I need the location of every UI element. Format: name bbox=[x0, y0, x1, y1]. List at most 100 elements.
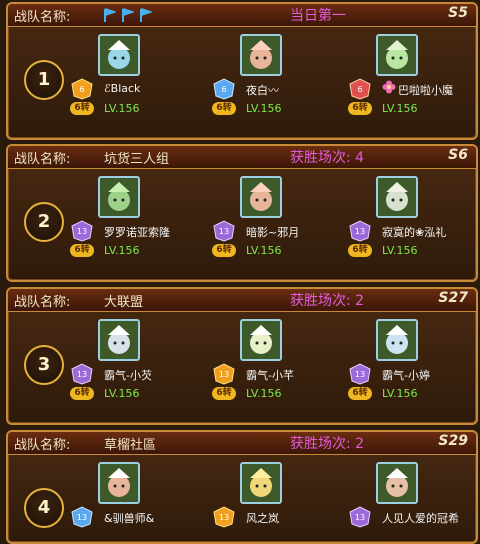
team-status: 获胜场次: 2 bbox=[290, 436, 365, 452]
member-name: 寂寞的❀泓礼 bbox=[382, 226, 447, 239]
member-level: LV.156 bbox=[246, 244, 282, 257]
rank-level-icon: 13 bbox=[213, 506, 235, 528]
turn-badge: 6转 bbox=[212, 387, 236, 400]
character-portrait-icon bbox=[242, 178, 280, 216]
rank-level-icon: 13 bbox=[349, 506, 371, 528]
avatar[interactable] bbox=[98, 34, 140, 76]
svg-text:13: 13 bbox=[355, 227, 365, 236]
flower-icon bbox=[382, 80, 396, 94]
rank-badge: 4 bbox=[24, 488, 64, 528]
member-card[interactable]: 13 霸气-小芊 6转 LV.156 bbox=[212, 319, 332, 415]
member-level: LV.156 bbox=[104, 244, 140, 257]
turn-badge: 6转 bbox=[70, 387, 94, 400]
member-name: 风之岚 bbox=[246, 512, 279, 525]
member-name: 霸气-小芊 bbox=[246, 369, 294, 382]
rank-level-icon: 13 bbox=[71, 506, 93, 528]
character-portrait-icon bbox=[242, 36, 280, 74]
character-portrait-icon bbox=[100, 178, 138, 216]
member-card[interactable]: 13 &驯兽师& bbox=[70, 462, 190, 532]
turn-badge: 6转 bbox=[212, 102, 236, 115]
flag-icon bbox=[140, 8, 152, 22]
team-status: 获胜场次: 2 bbox=[290, 293, 365, 309]
member-card[interactable]: 13 罗罗诺亚索隆 6转 LV.156 bbox=[70, 176, 190, 272]
svg-text:13: 13 bbox=[355, 513, 365, 522]
avatar[interactable] bbox=[240, 319, 282, 361]
team-name-label: 战队名称: bbox=[14, 438, 71, 453]
svg-text:13: 13 bbox=[219, 227, 229, 236]
member-card[interactable]: 13 暗影~邪月 6转 LV.156 bbox=[212, 176, 332, 272]
team-status: 获胜场次: 4 bbox=[290, 150, 365, 166]
member-level: LV.156 bbox=[246, 387, 282, 400]
member-card[interactable]: 6 夜白〰 6转 LV.156 bbox=[212, 34, 332, 130]
svg-text:6: 6 bbox=[357, 85, 362, 94]
svg-text:13: 13 bbox=[219, 513, 229, 522]
team-name: 坑货三人组 bbox=[104, 152, 170, 167]
rank-level-icon: 6 bbox=[71, 78, 93, 100]
team-header: 战队名称: 草榴社區 获胜场次: 2 S29 bbox=[8, 432, 476, 455]
server-tag: S27 bbox=[438, 290, 468, 306]
character-portrait-icon bbox=[378, 464, 416, 502]
avatar[interactable] bbox=[240, 34, 282, 76]
member-level: LV.156 bbox=[382, 102, 418, 115]
rank-level-icon: 13 bbox=[213, 220, 235, 242]
character-portrait-icon bbox=[242, 321, 280, 359]
avatar[interactable] bbox=[376, 319, 418, 361]
member-name: 暗影~邪月 bbox=[246, 226, 300, 239]
member-card[interactable]: 13 风之岚 bbox=[212, 462, 332, 532]
rank-level-icon: 13 bbox=[213, 363, 235, 385]
member-name: 巴啦啦小魔 bbox=[398, 84, 453, 97]
team-panel-1[interactable]: 战队名称: 当日第一 S5 1 6 ℰBlack 6转 LV.156 6 夜白〰… bbox=[6, 2, 478, 140]
avatar[interactable] bbox=[240, 176, 282, 218]
svg-text:13: 13 bbox=[77, 513, 87, 522]
turn-badge: 6转 bbox=[348, 102, 372, 115]
svg-text:13: 13 bbox=[355, 370, 365, 379]
server-tag: S6 bbox=[448, 147, 468, 163]
avatar[interactable] bbox=[376, 462, 418, 504]
team-header: 战队名称: 大联盟 获胜场次: 2 S27 bbox=[8, 289, 476, 312]
svg-text:13: 13 bbox=[219, 370, 229, 379]
team-name: 大联盟 bbox=[104, 295, 144, 310]
server-tag: S5 bbox=[448, 5, 468, 21]
character-portrait-icon bbox=[378, 36, 416, 74]
avatar[interactable] bbox=[98, 176, 140, 218]
turn-badge: 6转 bbox=[70, 102, 94, 115]
avatar[interactable] bbox=[98, 462, 140, 504]
character-portrait-icon bbox=[100, 36, 138, 74]
member-card[interactable]: 13 霸气-小芡 6转 LV.156 bbox=[70, 319, 190, 415]
team-name-label: 战队名称: bbox=[14, 152, 71, 167]
member-name: 霸气-小婷 bbox=[382, 369, 430, 382]
character-portrait-icon bbox=[100, 321, 138, 359]
member-name: 夜白〰 bbox=[246, 84, 279, 97]
team-panel-2[interactable]: 战队名称: 坑货三人组 获胜场次: 4 S6 2 13 罗罗诺亚索隆 6转 LV… bbox=[6, 144, 478, 282]
avatar[interactable] bbox=[98, 319, 140, 361]
member-level: LV.156 bbox=[382, 244, 418, 257]
flag-icons bbox=[102, 7, 156, 23]
member-level: LV.156 bbox=[104, 102, 140, 115]
avatar[interactable] bbox=[240, 462, 282, 504]
team-panel-4[interactable]: 战队名称: 草榴社區 获胜场次: 2 S29 4 13 &驯兽师& 13 风之岚… bbox=[6, 430, 478, 544]
ranking-board: 战队名称: 当日第一 S5 1 6 ℰBlack 6转 LV.156 6 夜白〰… bbox=[0, 0, 480, 544]
character-portrait-icon bbox=[242, 464, 280, 502]
flag-icon bbox=[122, 8, 134, 22]
rank-level-icon: 6 bbox=[349, 78, 371, 100]
member-level: LV.156 bbox=[104, 387, 140, 400]
member-name: 霸气-小芡 bbox=[104, 369, 152, 382]
avatar[interactable] bbox=[376, 176, 418, 218]
member-card[interactable]: 6 ℰBlack 6转 LV.156 bbox=[70, 34, 190, 130]
svg-text:13: 13 bbox=[77, 227, 87, 236]
turn-badge: 6转 bbox=[70, 244, 94, 257]
team-header: 战队名称: 当日第一 S5 bbox=[8, 4, 476, 27]
svg-text:6: 6 bbox=[79, 85, 84, 94]
member-card[interactable]: 6 巴啦啦小魔 6转 LV.156 bbox=[348, 34, 468, 130]
member-card[interactable]: 13 寂寞的❀泓礼 6转 LV.156 bbox=[348, 176, 468, 272]
character-portrait-icon bbox=[378, 178, 416, 216]
rank-level-icon: 13 bbox=[349, 363, 371, 385]
avatar[interactable] bbox=[376, 34, 418, 76]
member-card[interactable]: 13 人见人爱的冠希 bbox=[348, 462, 468, 532]
rank-level-icon: 6 bbox=[213, 78, 235, 100]
character-portrait-icon bbox=[100, 464, 138, 502]
member-card[interactable]: 13 霸气-小婷 6转 LV.156 bbox=[348, 319, 468, 415]
team-panel-3[interactable]: 战队名称: 大联盟 获胜场次: 2 S27 3 13 霸气-小芡 6转 LV.1… bbox=[6, 287, 478, 425]
rank-badge: 2 bbox=[24, 202, 64, 242]
svg-text:13: 13 bbox=[77, 370, 87, 379]
